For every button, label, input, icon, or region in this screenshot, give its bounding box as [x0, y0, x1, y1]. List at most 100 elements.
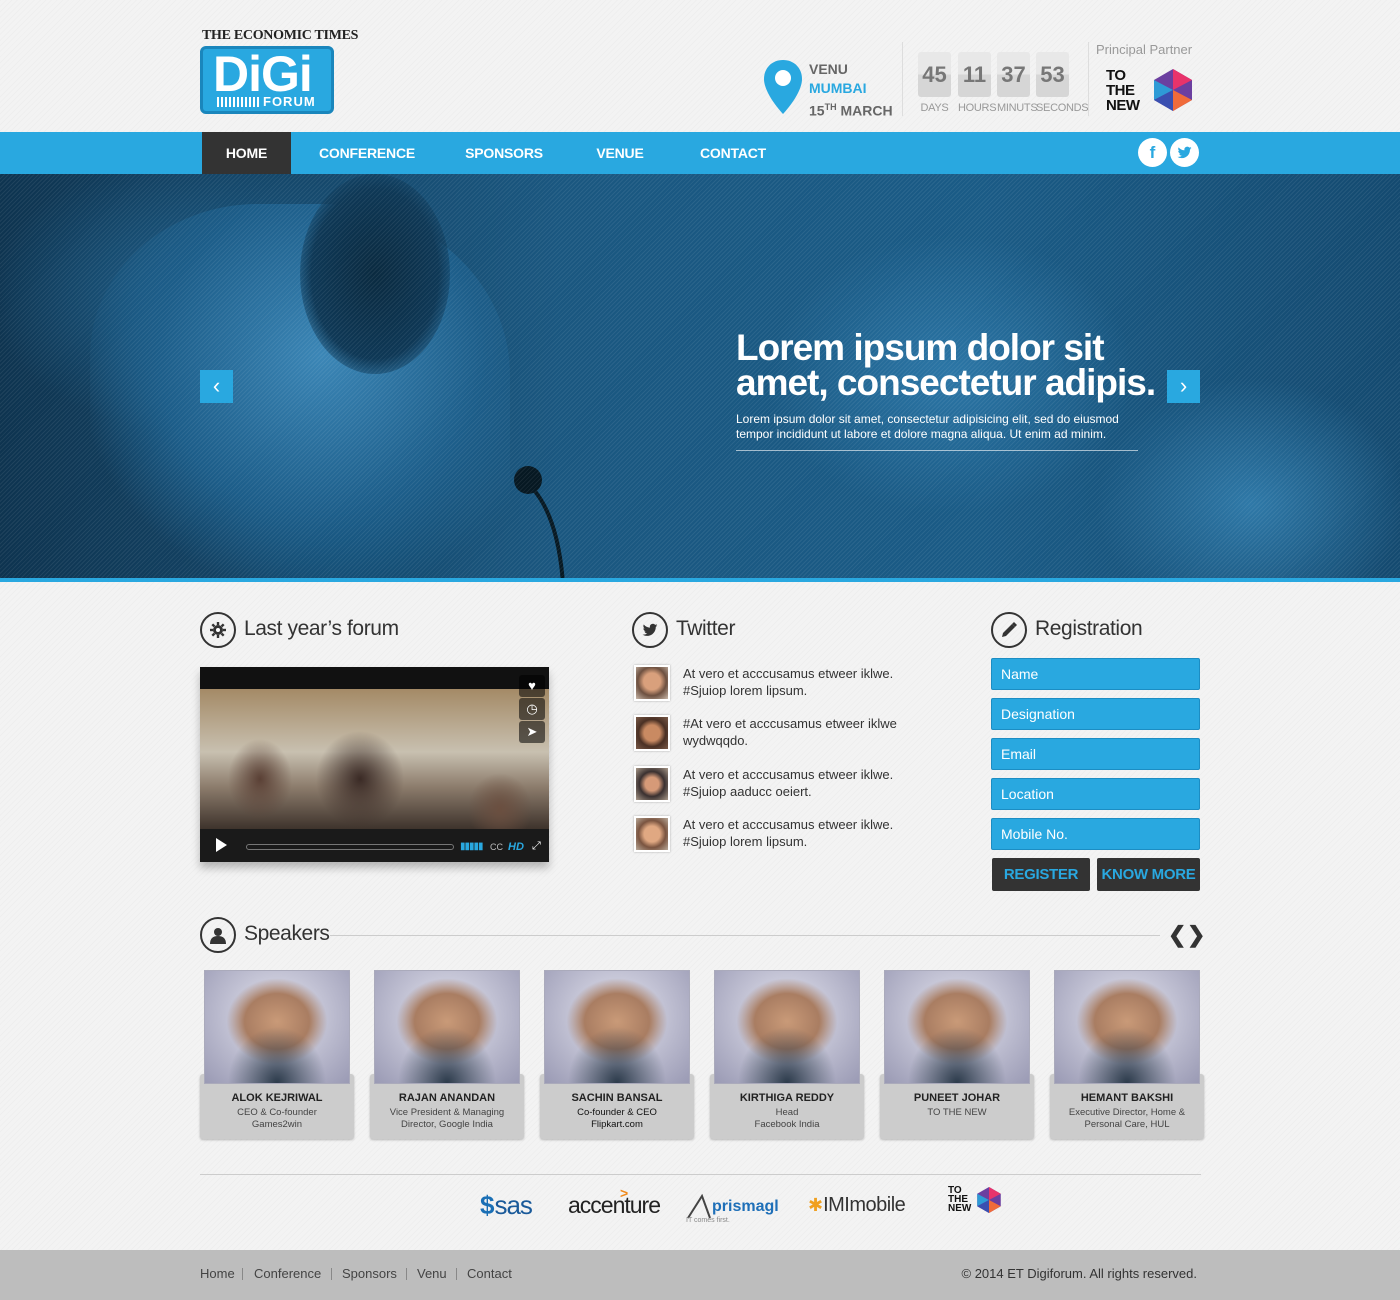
name-field[interactable]: [991, 658, 1200, 690]
tweet-item[interactable]: At vero et acccusamus etweer iklwe. #Sju…: [634, 816, 934, 856]
logo-box: DiGi FORUM: [200, 46, 334, 114]
logo-bars: [217, 97, 261, 107]
speaker-photo: [374, 970, 520, 1084]
speaker-photo: [544, 970, 690, 1084]
volume-icon[interactable]: ▮▮▮▮▮: [460, 841, 483, 852]
tweet-text: At vero et acccusamus etweer iklwe. #Sju…: [683, 817, 894, 849]
footer-link-conference[interactable]: Conference: [254, 1266, 321, 1281]
footer-link-contact[interactable]: Contact: [467, 1266, 512, 1281]
avatar: [634, 816, 670, 852]
heart-icon[interactable]: ♥: [519, 675, 545, 697]
microphone-icon: [514, 466, 565, 578]
speaker-card[interactable]: HEMANT BAKSHI Executive Director, Home &…: [1050, 970, 1204, 1139]
tweet-item[interactable]: At vero et acccusamus etweer iklwe. #Sju…: [634, 766, 934, 806]
nav-venue[interactable]: VENUE: [589, 132, 651, 174]
countdown-timer: 45 DAYS 11 HOURS 37 MINUTS 53 SECONDS: [918, 52, 1089, 116]
speakers-next-arrow[interactable]: ❯: [1187, 922, 1205, 948]
hd-button[interactable]: HD: [508, 841, 524, 853]
countdown-days: 45 DAYS: [918, 52, 951, 114]
main-nav: HOME CONFERENCE SPONSORS VENUE CONTACT f: [0, 132, 1400, 174]
sponsor-logo-imimobile[interactable]: ✱IMImobile: [808, 1190, 906, 1220]
speaker-photo: [1054, 970, 1200, 1084]
know-more-button[interactable]: KNOW MORE: [1097, 858, 1200, 891]
header-divider: [1088, 42, 1089, 116]
footer-link-sponsors[interactable]: Sponsors: [342, 1266, 397, 1281]
speaker-name: HEMANT BAKSHI: [1080, 1092, 1174, 1104]
tweet-item[interactable]: At vero et acccusamus etweer iklwe. #Sju…: [634, 665, 934, 705]
tweet-item[interactable]: #At vero et acccusamus etweer iklwe wydw…: [634, 715, 934, 755]
nav-conference[interactable]: CONFERENCE: [313, 132, 421, 174]
hero-next-arrow[interactable]: ›: [1167, 370, 1200, 403]
speaker-role: CEO & Co-founder Games2win: [237, 1107, 317, 1130]
partner-logo-icon: [1154, 69, 1192, 111]
speaker-photo: [884, 970, 1030, 1084]
gear-icon: [200, 612, 236, 648]
location-field[interactable]: [991, 778, 1200, 810]
map-pin-icon: [764, 60, 802, 114]
digi-forum-logo[interactable]: THE ECONOMIC TIMES DiGi FORUM: [200, 28, 358, 116]
speaker-card[interactable]: RAJAN ANANDAN Vice President & Managing D…: [370, 970, 524, 1139]
venue-city: MUMBAI: [809, 80, 867, 96]
venue-date: 15TH MARCH: [809, 102, 893, 119]
nav-sponsors[interactable]: SPONSORS: [458, 132, 550, 174]
site-header: THE ECONOMIC TIMES DiGi FORUM VENU MUMBA…: [0, 0, 1400, 132]
speaker-name: KIRTHIGA REDDY: [739, 1092, 835, 1104]
speaker-name: PUNEET JOHAR: [913, 1092, 1001, 1104]
cc-button[interactable]: CC: [490, 842, 503, 852]
video-progress-bar[interactable]: [246, 844, 454, 850]
sponsor-logo-prismagl[interactable]: prismagl IT comes first.: [686, 1192, 779, 1224]
sponsors-divider: [200, 1174, 1201, 1175]
video-frame[interactable]: [200, 689, 549, 829]
section-title-forum: Last year’s forum: [244, 617, 399, 640]
avatar: [634, 665, 670, 701]
nav-contact[interactable]: CONTACT: [692, 132, 774, 174]
sponsor-logo-sas[interactable]: $sas: [480, 1190, 533, 1220]
fullscreen-icon[interactable]: ⤢: [532, 840, 541, 853]
user-icon: [200, 917, 236, 953]
partner-title: Principal Partner: [1096, 42, 1193, 57]
tweet-text: At vero et acccusamus etweer iklwe. #Sju…: [683, 666, 894, 698]
hero-subtitle: Lorem ipsum dolor sit amet, consectetur …: [736, 412, 1138, 451]
principal-partner[interactable]: Principal Partner TO THE NEW: [1096, 42, 1202, 122]
speaker-card[interactable]: PUNEET JOHAR TO THE NEW: [880, 970, 1034, 1139]
twitter-bird-icon: [632, 612, 668, 648]
footer-link-home[interactable]: Home: [200, 1266, 235, 1281]
copyright-text: © 2014 ET Digiforum. All rights reserved…: [961, 1266, 1198, 1281]
mobile-field[interactable]: [991, 818, 1200, 850]
hero-speaker-figure: [90, 204, 510, 578]
clock-icon[interactable]: ◷: [519, 698, 545, 720]
nav-home[interactable]: HOME: [202, 132, 291, 174]
footer-link-venu[interactable]: Venu: [417, 1266, 447, 1281]
speaker-photo: [714, 970, 860, 1084]
play-icon[interactable]: [216, 838, 227, 852]
register-button[interactable]: REGISTER: [992, 858, 1090, 891]
facebook-icon[interactable]: f: [1138, 138, 1167, 167]
countdown-minutes: 37 MINUTS: [997, 52, 1038, 114]
video-player[interactable]: ▮▮▮▮▮ CC HD ⤢: [200, 667, 549, 862]
speaker-card[interactable]: SACHIN BANSAL Co-founder & CEO Flipkart.c…: [540, 970, 694, 1139]
speakers-prev-arrow[interactable]: ❮: [1168, 922, 1186, 948]
partner-logo-text: TO THE NEW: [1106, 67, 1140, 114]
speakers-divider: [330, 935, 1160, 936]
avatar: [634, 766, 670, 802]
section-title-speakers: Speakers: [244, 922, 330, 945]
hero-prev-arrow[interactable]: ‹: [200, 370, 233, 403]
speaker-card[interactable]: KIRTHIGA REDDY Head Facebook India: [710, 970, 864, 1139]
section-title-registration: Registration: [1035, 617, 1143, 640]
email-field[interactable]: [991, 738, 1200, 770]
speaker-role: Co-founder & CEO Flipkart.com: [577, 1107, 657, 1130]
pencil-icon: [991, 612, 1027, 648]
speaker-name: SACHIN BANSAL: [571, 1092, 663, 1104]
logo-sub-text: FORUM: [263, 94, 316, 109]
speaker-role: Vice President & Managing Director, Googl…: [389, 1107, 505, 1130]
sponsor-logo-accenture[interactable]: accenture >: [568, 1185, 661, 1220]
twitter-icon[interactable]: [1170, 138, 1199, 167]
countdown-hours: 11 HOURS: [958, 52, 997, 114]
speaker-card[interactable]: ALOK KEJRIWAL CEO & Co-founder Games2win: [200, 970, 354, 1139]
designation-field[interactable]: [991, 698, 1200, 730]
hero-divider: [0, 578, 1400, 582]
speaker-name: RAJAN ANANDAN: [398, 1092, 496, 1104]
send-icon[interactable]: ➤: [519, 721, 545, 743]
tweet-text: #At vero et acccusamus etweer iklwe wydw…: [683, 716, 897, 748]
speaker-role: Head Facebook India: [754, 1107, 820, 1130]
